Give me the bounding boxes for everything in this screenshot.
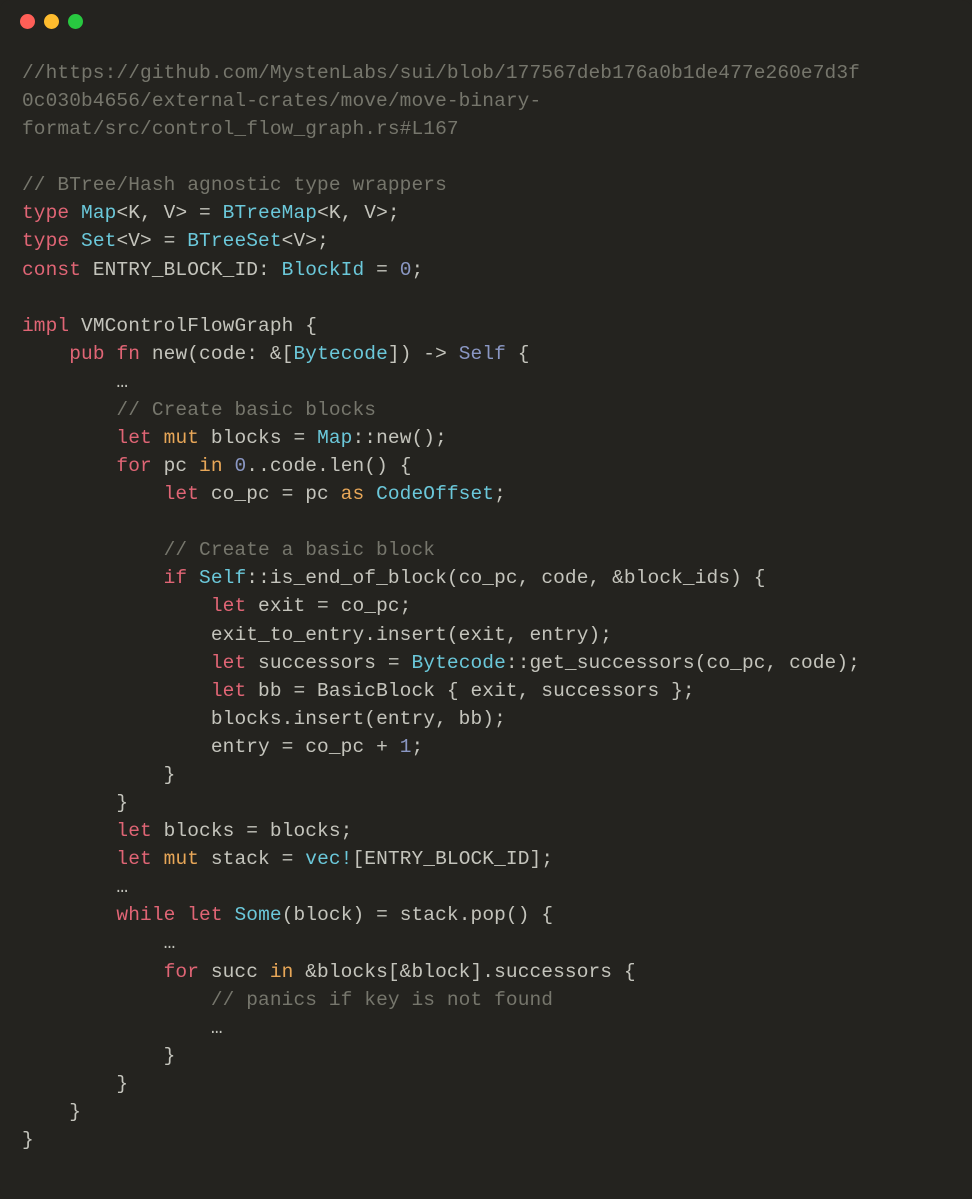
maximize-icon[interactable] xyxy=(68,14,83,29)
is-end-call: ::is_end_of_block(co_pc, code, &block_id… xyxy=(246,567,765,589)
brace-close-1: } xyxy=(164,764,176,786)
code-content: //https://github.com/MystenLabs/sui/blob… xyxy=(0,29,972,1176)
some-type: Some xyxy=(234,904,281,926)
mut-kw-2: mut xyxy=(164,848,199,870)
brace-close-3: } xyxy=(164,1045,176,1067)
comment-create-block: // Create a basic block xyxy=(164,539,435,561)
set-tail: <V>; xyxy=(282,230,329,252)
let-kw-2: let xyxy=(164,483,199,505)
fn-sig-2: ]) -> xyxy=(388,343,459,365)
comment-create-blocks: // Create basic blocks xyxy=(116,399,376,421)
in-kw: in xyxy=(199,455,223,477)
impl-type: VMControlFlowGraph { xyxy=(69,315,317,337)
minimize-icon[interactable] xyxy=(44,14,59,29)
impl-keyword: impl xyxy=(22,315,69,337)
blockid-type: BlockId xyxy=(282,259,365,281)
comment-url-2: 0c030b4656/external-crates/move/move-bin… xyxy=(22,90,541,112)
semi-2: ; xyxy=(494,483,506,505)
const-keyword: const xyxy=(22,259,81,281)
space xyxy=(223,455,235,477)
eq: = xyxy=(364,259,399,281)
brace-close-5: } xyxy=(69,1101,81,1123)
self-return: Self xyxy=(459,343,506,365)
let-kw-7: let xyxy=(116,848,151,870)
set-generics: <V> = xyxy=(116,230,187,252)
exit-insert: exit_to_entry.insert(exit, entry); xyxy=(211,624,612,646)
one-literal: 1 xyxy=(400,736,412,758)
brace-close-2: } xyxy=(116,792,128,814)
mut-kw: mut xyxy=(164,427,199,449)
btreeset-type: BTreeSet xyxy=(187,230,281,252)
for-kw: for xyxy=(116,455,151,477)
map-tail: <K, V>; xyxy=(317,202,400,224)
codeoffset-type: CodeOffset xyxy=(364,483,494,505)
exit-decl: exit = co_pc; xyxy=(246,595,411,617)
semi: ; xyxy=(412,259,424,281)
stack-init: [ENTRY_BLOCK_ID]; xyxy=(352,848,553,870)
range-expr: ..code.len() { xyxy=(246,455,411,477)
brace-close-4: } xyxy=(116,1073,128,1095)
vec-macro: vec! xyxy=(305,848,352,870)
map-ctor: Map xyxy=(317,427,352,449)
zero-literal: 0 xyxy=(400,259,412,281)
bytecode-type: Bytecode xyxy=(293,343,387,365)
comment-url-1: //https://github.com/MystenLabs/sui/blob… xyxy=(22,62,860,84)
comment-wrappers: // BTree/Hash agnostic type wrappers xyxy=(22,174,447,196)
for-kw-2: for xyxy=(164,961,199,983)
comment-panic: // panics if key is not found xyxy=(211,989,553,1011)
type-keyword: type xyxy=(22,202,69,224)
stack-decl: stack = xyxy=(199,848,305,870)
const-name: ENTRY_BLOCK_ID: xyxy=(81,259,282,281)
btreemap-type: BTreeMap xyxy=(223,202,317,224)
comment-url-3: format/src/control_flow_graph.rs#L167 xyxy=(22,118,459,140)
pc-var: pc xyxy=(152,455,199,477)
fn-sig-1: new(code: &[ xyxy=(140,343,293,365)
let-kw-4: let xyxy=(211,652,246,674)
let-kw-6: let xyxy=(116,820,151,842)
if-kw: if xyxy=(164,567,188,589)
succ-iter: &blocks[&block].successors { xyxy=(293,961,635,983)
type-keyword-2: type xyxy=(22,230,69,252)
code-window: //https://github.com/MystenLabs/sui/blob… xyxy=(0,0,972,1199)
get-succ-call: ::get_successors(co_pc, code); xyxy=(506,652,860,674)
zero-2: 0 xyxy=(234,455,246,477)
succ-var: succ xyxy=(199,961,270,983)
set-type: Set xyxy=(81,230,116,252)
titlebar xyxy=(0,0,972,29)
ellipsis-3: … xyxy=(164,932,176,954)
ellipsis-4: … xyxy=(211,1017,223,1039)
self-type: Self xyxy=(199,567,246,589)
blocks-decl: blocks = xyxy=(199,427,317,449)
pub-keyword: pub xyxy=(69,343,104,365)
succ-decl: successors = xyxy=(246,652,411,674)
co-pc-decl: co_pc = pc xyxy=(199,483,341,505)
close-icon[interactable] xyxy=(20,14,35,29)
ellipsis-2: … xyxy=(116,876,128,898)
as-kw: as xyxy=(341,483,365,505)
blocks-rebind: blocks = blocks; xyxy=(152,820,353,842)
fn-keyword: fn xyxy=(116,343,140,365)
blocks-insert: blocks.insert(entry, bb); xyxy=(211,708,506,730)
while-cond: (block) = stack.pop() { xyxy=(282,904,553,926)
brace: { xyxy=(506,343,530,365)
while-kw: while xyxy=(116,904,175,926)
let-kw: let xyxy=(116,427,151,449)
brace-close-6: } xyxy=(22,1129,34,1151)
let-kw-3: let xyxy=(211,595,246,617)
map-new-call: ::new(); xyxy=(352,427,446,449)
entry-assign: entry = co_pc + xyxy=(211,736,400,758)
bytecode-type-2: Bytecode xyxy=(411,652,505,674)
in-kw-2: in xyxy=(270,961,294,983)
bb-decl: bb = BasicBlock { exit, successors }; xyxy=(246,680,694,702)
ellipsis-1: … xyxy=(116,371,128,393)
let-kw-8: let xyxy=(187,904,222,926)
let-kw-5: let xyxy=(211,680,246,702)
map-generics: <K, V> = xyxy=(116,202,222,224)
map-type: Map xyxy=(81,202,116,224)
semi-3: ; xyxy=(412,736,424,758)
